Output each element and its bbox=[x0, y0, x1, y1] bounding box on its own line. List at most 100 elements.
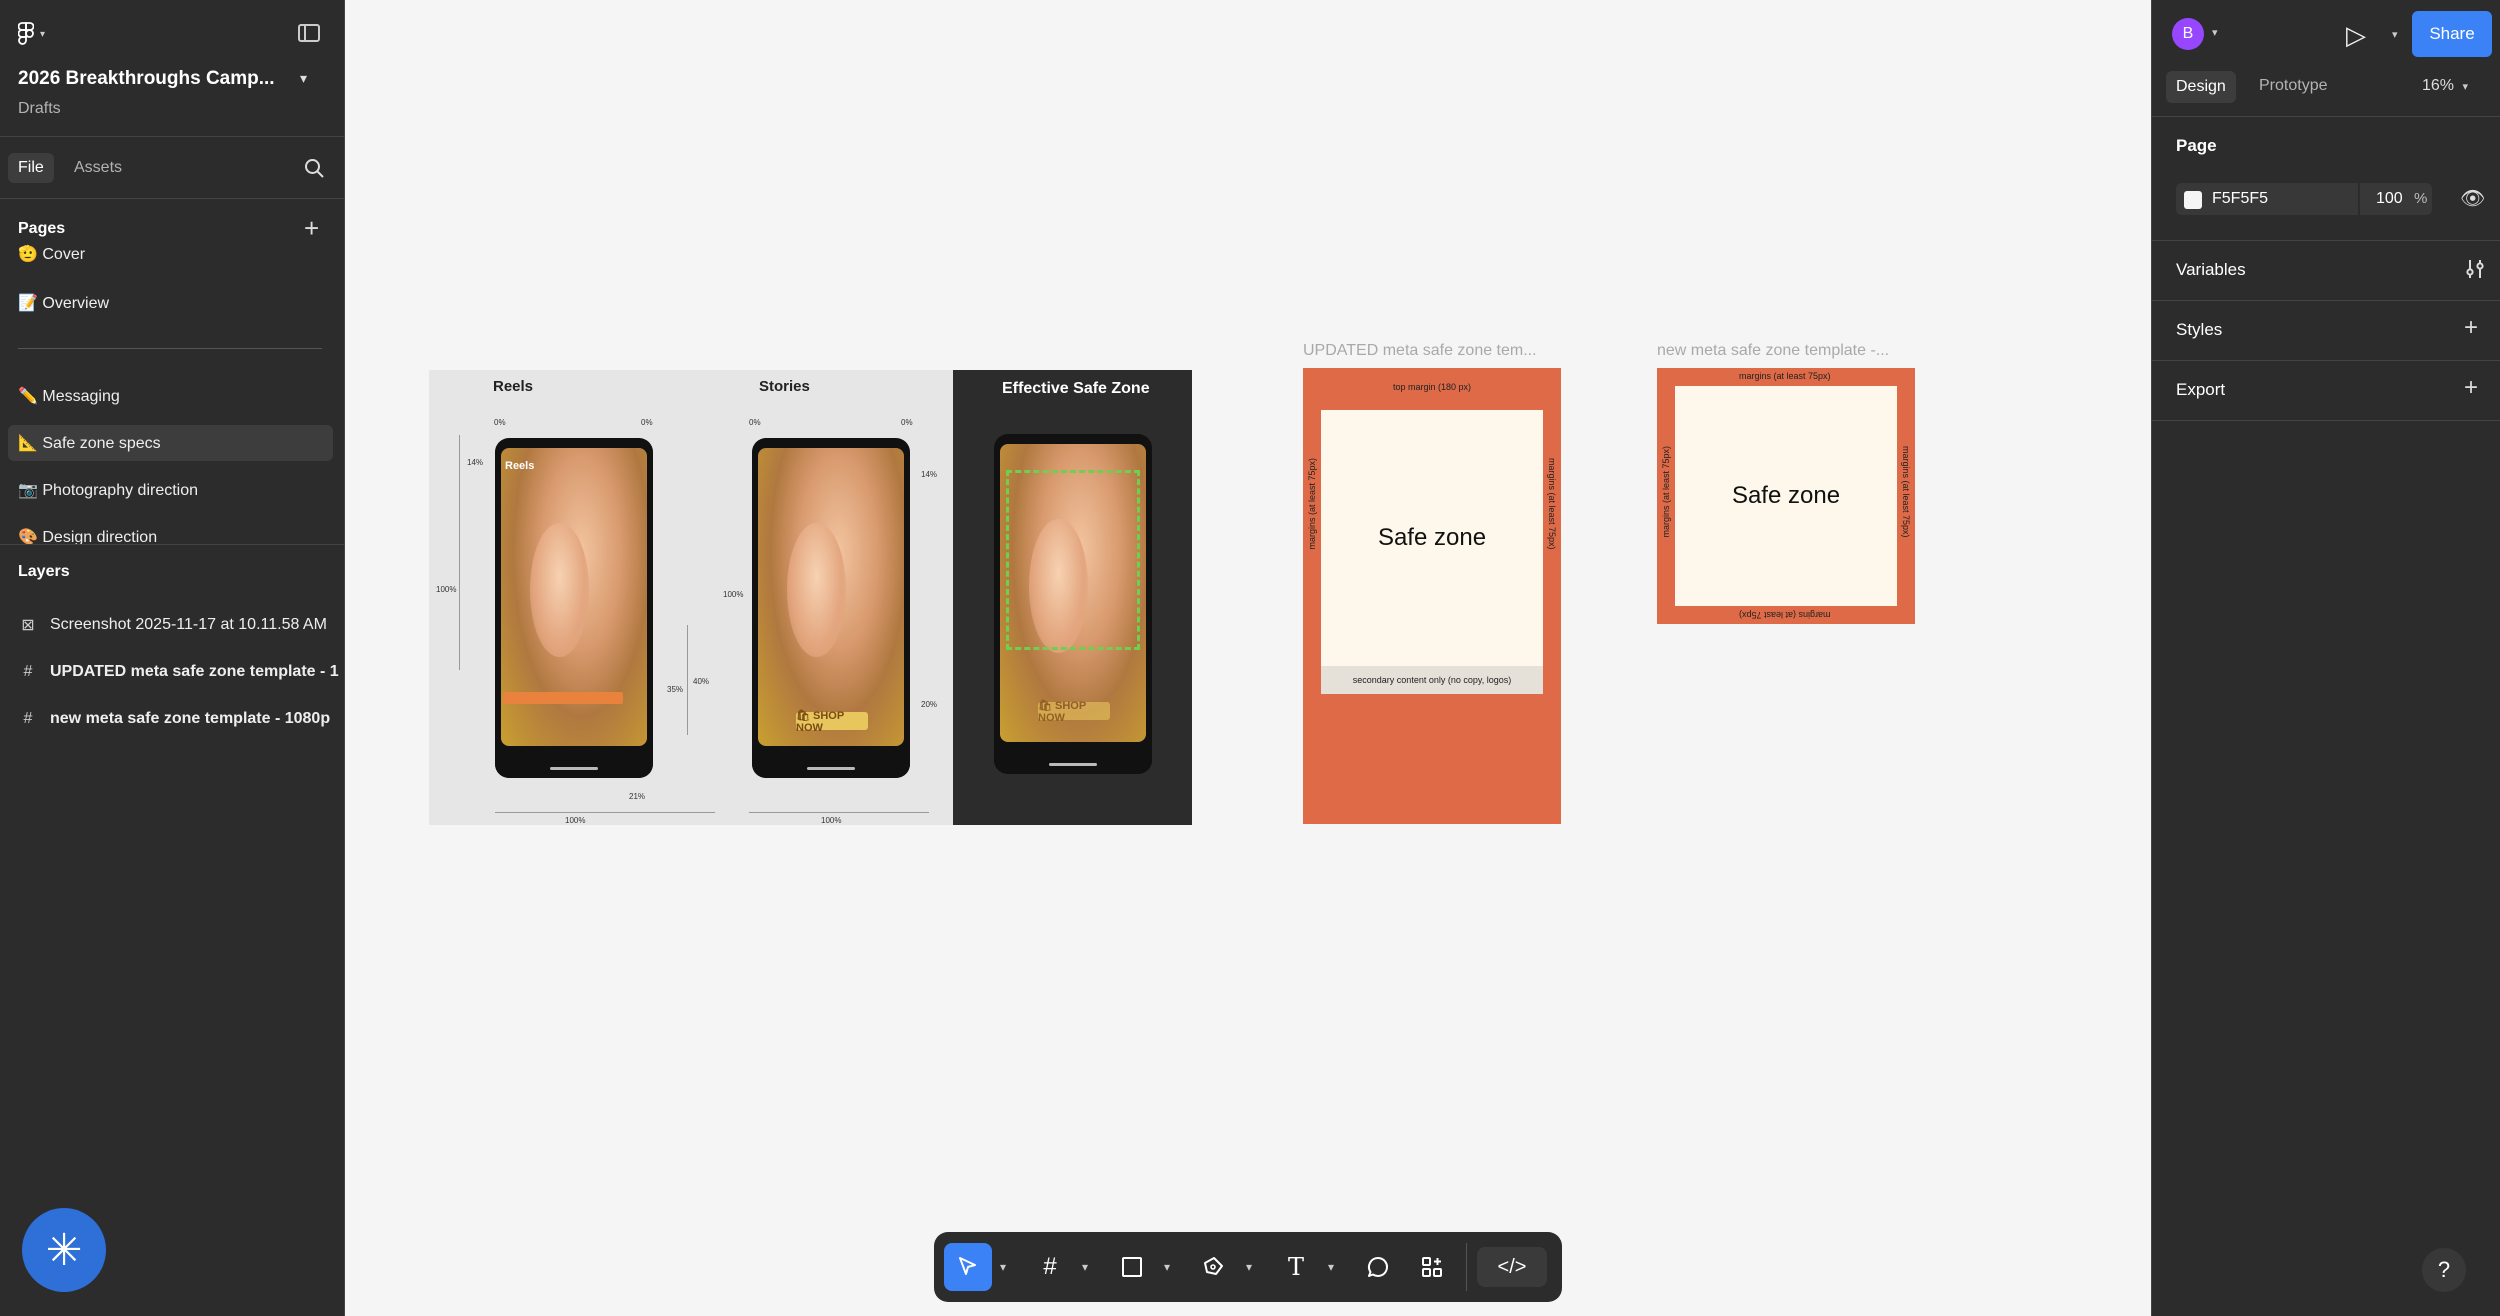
rectangle-icon bbox=[1122, 1257, 1142, 1277]
variables-header[interactable]: Variables bbox=[2176, 260, 2246, 280]
zoom-dropdown[interactable]: 16% ▾ bbox=[2422, 77, 2468, 95]
help-button[interactable]: ? bbox=[2422, 1248, 2466, 1292]
add-page-icon[interactable]: + bbox=[304, 215, 319, 241]
chevron-down-icon[interactable]: ▾ bbox=[1238, 1260, 1260, 1274]
variables-settings-icon[interactable] bbox=[2464, 258, 2486, 280]
color-swatch[interactable] bbox=[2184, 191, 2202, 209]
figma-logo-icon bbox=[18, 22, 34, 45]
sidebar-toggle-icon[interactable] bbox=[298, 24, 320, 42]
layer-item-updated-template[interactable]: # UPDATED meta safe zone template - 1 bbox=[0, 652, 345, 692]
cta-bar bbox=[503, 692, 623, 704]
face-photo bbox=[758, 448, 904, 746]
page-item-photography-direction[interactable]: 📷 Photography direction bbox=[8, 472, 333, 508]
new-template-frame[interactable]: margins (at least 75px) margins (at leas… bbox=[1657, 368, 1915, 624]
pct-label: 40% bbox=[693, 677, 710, 686]
page-item-design-direction[interactable]: 🎨 Design direction bbox=[8, 519, 333, 544]
file-location[interactable]: Drafts bbox=[18, 100, 61, 118]
right-margin-label: margins (at least 75px) bbox=[1901, 446, 1911, 538]
file-title[interactable]: 2026 Breakthroughs Camp... bbox=[18, 68, 275, 90]
stories-heading: Stories bbox=[759, 378, 810, 395]
pct-label: 0% bbox=[901, 418, 913, 427]
dev-mode-toggle[interactable]: </> bbox=[1477, 1247, 1547, 1287]
comment-tool-button[interactable] bbox=[1354, 1243, 1402, 1291]
canvas[interactable]: Reels Stories Reels 0% 0% 14% 100% 35% 4… bbox=[346, 0, 2151, 1316]
measure-line bbox=[749, 812, 929, 813]
tab-assets[interactable]: Assets bbox=[74, 159, 122, 177]
frame-tool-button[interactable]: # bbox=[1026, 1243, 1074, 1291]
shape-tool-button[interactable] bbox=[1108, 1243, 1156, 1291]
pct-label: 14% bbox=[921, 470, 938, 479]
chevron-down-icon[interactable]: ▾ bbox=[300, 70, 307, 87]
zoom-level: 16% bbox=[2422, 77, 2455, 94]
page-item-cover[interactable]: 🫡 Cover bbox=[8, 244, 333, 272]
tab-prototype[interactable]: Prototype bbox=[2259, 77, 2327, 95]
measure-line bbox=[495, 812, 715, 813]
ai-assistant-button[interactable]: ✳ bbox=[22, 1208, 106, 1292]
divider bbox=[2152, 240, 2500, 241]
cursor-icon bbox=[959, 1257, 976, 1275]
main-menu-button[interactable]: ▾ bbox=[18, 22, 54, 46]
phone-nav-bar bbox=[495, 748, 653, 778]
field-divider bbox=[2358, 183, 2360, 215]
chevron-down-icon[interactable]: ▾ bbox=[1074, 1260, 1096, 1274]
layer-item-screenshot[interactable]: ⊠ Screenshot 2025-11-17 at 10.11.58 AM bbox=[0, 605, 345, 645]
text-tool-button[interactable]: T bbox=[1272, 1243, 1320, 1291]
pct-label: 35% bbox=[667, 685, 684, 694]
move-tool-button[interactable] bbox=[944, 1243, 992, 1291]
page-item-safe-zone-specs[interactable]: 📐 Safe zone specs bbox=[8, 425, 333, 461]
layer-item-new-template[interactable]: # new meta safe zone template - 1080p bbox=[0, 699, 345, 739]
pen-icon bbox=[1204, 1257, 1223, 1275]
frame-icon: # bbox=[23, 663, 33, 680]
shop-now-badge: 🛍 SHOP NOW bbox=[796, 710, 868, 734]
frame-label-updated[interactable]: UPDATED meta safe zone tem... bbox=[1303, 342, 1537, 360]
pages-header: Pages bbox=[18, 220, 66, 237]
updated-template-frame[interactable]: top margin (180 px) margins (at least 75… bbox=[1303, 368, 1561, 824]
bottom-toolbar: ▾ # ▾ ▾ ▾ T ▾ </> bbox=[934, 1232, 1562, 1302]
opacity-unit: % bbox=[2414, 190, 2428, 207]
page-item-messaging[interactable]: ✏️ Messaging bbox=[8, 378, 333, 414]
text-icon: T bbox=[1287, 1253, 1304, 1281]
pct-label: 14% bbox=[467, 458, 484, 467]
search-icon[interactable] bbox=[304, 158, 324, 178]
screenshot-image[interactable]: Reels Stories Reels 0% 0% 14% 100% 35% 4… bbox=[429, 370, 1192, 825]
page-item-overview[interactable]: 📝 Overview bbox=[8, 285, 333, 321]
sparkle-icon: ✳ bbox=[45, 1225, 83, 1275]
layer-label: UPDATED meta safe zone template - 1 bbox=[50, 663, 339, 680]
add-export-icon[interactable]: + bbox=[2464, 376, 2478, 400]
pct-label: 0% bbox=[641, 418, 653, 427]
phone-nav-bar bbox=[752, 748, 910, 778]
layer-label: new meta safe zone template - 1080p bbox=[50, 710, 331, 727]
tab-file[interactable]: File bbox=[8, 153, 54, 183]
measure-line bbox=[459, 435, 460, 670]
pct-label: 100% bbox=[436, 585, 457, 594]
chevron-down-icon[interactable]: ▾ bbox=[1320, 1260, 1342, 1274]
top-margin-label: top margin (180 px) bbox=[1393, 382, 1472, 392]
tab-design[interactable]: Design bbox=[2166, 71, 2236, 103]
chevron-down-icon[interactable]: ▾ bbox=[992, 1260, 1014, 1274]
chevron-down-icon[interactable]: ▾ bbox=[2212, 26, 2218, 39]
add-style-icon[interactable]: + bbox=[2464, 316, 2478, 340]
avatar[interactable]: B bbox=[2172, 18, 2204, 50]
present-play-icon[interactable]: ▷ bbox=[2346, 20, 2366, 51]
page-opacity-input[interactable]: 100 bbox=[2376, 190, 2403, 208]
chevron-down-icon[interactable]: ▾ bbox=[1156, 1260, 1178, 1274]
eye-icon[interactable]: 👁 bbox=[2460, 186, 2485, 211]
share-button[interactable]: Share bbox=[2412, 11, 2492, 57]
divider bbox=[2152, 360, 2500, 361]
pct-label: 100% bbox=[723, 590, 744, 599]
code-icon: </> bbox=[1497, 1255, 1527, 1278]
reels-heading: Reels bbox=[493, 378, 534, 395]
shop-now-badge: 🛍 SHOP NOW bbox=[1038, 700, 1110, 724]
frame-icon: # bbox=[1043, 1253, 1057, 1280]
pct-label: 100% bbox=[821, 816, 842, 825]
bottom-margin-label: margins (at least 75px) bbox=[1739, 610, 1831, 620]
left-panel: ▾ 2026 Breakthroughs Camp... ▾ Drafts Fi… bbox=[0, 0, 345, 1316]
page-color-field[interactable]: F5F5F5 100 % bbox=[2176, 183, 2432, 215]
chevron-down-icon[interactable]: ▾ bbox=[2392, 28, 2398, 41]
actions-button[interactable] bbox=[1408, 1243, 1456, 1291]
right-margin-label: margins (at least 75px) bbox=[1547, 458, 1557, 550]
pen-tool-button[interactable] bbox=[1190, 1243, 1238, 1291]
pct-label: 20% bbox=[921, 700, 938, 709]
frame-label-new[interactable]: new meta safe zone template -... bbox=[1657, 342, 1889, 360]
page-color-hex[interactable]: F5F5F5 bbox=[2212, 190, 2268, 208]
